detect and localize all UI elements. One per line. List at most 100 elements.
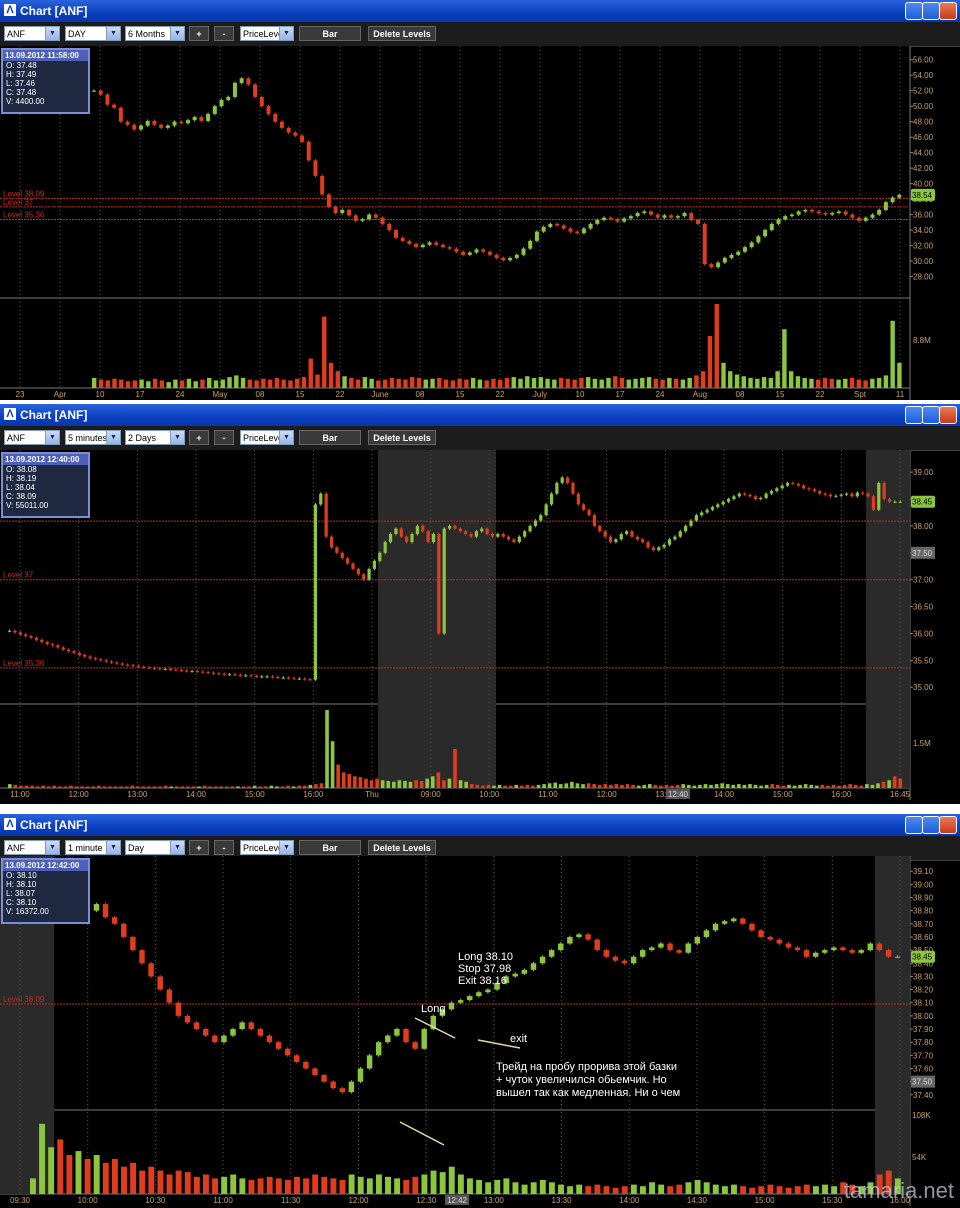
study-select[interactable]: PriceLeve ▼ xyxy=(240,840,294,855)
volume-bar xyxy=(848,784,852,788)
delete-levels-button[interactable]: Delete Levels xyxy=(368,840,436,855)
volume-bar xyxy=(822,1184,828,1194)
x-tick-label: Spt xyxy=(854,390,867,399)
candle xyxy=(273,112,278,124)
maximize-button[interactable] xyxy=(922,2,940,20)
volume-bar xyxy=(157,1170,164,1194)
zoom-out-button[interactable]: - xyxy=(214,26,234,41)
volume-bar xyxy=(147,786,151,788)
candle xyxy=(877,481,881,512)
volume-bar xyxy=(464,379,469,388)
symbol-select[interactable]: ANF ▼ xyxy=(4,840,60,855)
volume-bar xyxy=(836,379,841,388)
close-button[interactable] xyxy=(939,406,957,424)
bar-type-button[interactable]: Bar xyxy=(299,430,361,445)
study-select[interactable]: PriceLeve ▼ xyxy=(240,430,294,445)
candlestick-chart[interactable]: 56.00 54.00 52.00 50.00 48.00 46.00 44.00 42.00… xyxy=(0,46,960,400)
volume-bar xyxy=(380,780,385,788)
volume-bar xyxy=(680,379,686,388)
candlestick-chart[interactable]: 39.0038.5038.0037.5037.0036.5036.0035.50… xyxy=(0,450,960,800)
minimize-button[interactable] xyxy=(905,406,923,424)
volume-bar xyxy=(567,1186,574,1194)
volume-bar xyxy=(125,381,131,388)
range-select[interactable]: 2 Days ▼ xyxy=(125,430,185,445)
volume-bar xyxy=(369,780,374,788)
range-select-value: 6 Months xyxy=(128,29,166,39)
minimize-button[interactable] xyxy=(905,816,923,834)
y-tick-label: 52.00 xyxy=(913,87,934,96)
volume-bar xyxy=(749,1187,756,1194)
ohlc-info-box[interactable]: 13.09.2012 11:58:00 O: 37.48 H: 37.49 L: 37… xyxy=(1,48,90,114)
candle xyxy=(544,502,548,517)
zoom-in-button[interactable]: + xyxy=(189,430,209,445)
study-select[interactable]: PriceLeve ▼ xyxy=(240,26,294,41)
delete-levels-button[interactable]: Delete Levels xyxy=(368,430,436,445)
y-tick-label: 36.50 xyxy=(913,603,934,612)
volume-bar xyxy=(219,786,224,788)
maximize-button[interactable] xyxy=(922,406,940,424)
ohlc-info-box[interactable]: 13.09.2012 12:42:00 O: 38.10 H: 38.10 L: 38… xyxy=(1,858,90,924)
zoom-in-button[interactable]: + xyxy=(189,840,209,855)
volume-bar xyxy=(274,377,280,388)
volume-bar xyxy=(803,1184,810,1194)
volume-bar xyxy=(614,784,619,788)
bar-type-button[interactable]: Bar xyxy=(299,26,361,41)
volume-bar xyxy=(403,1179,410,1194)
chevron-down-icon: ▼ xyxy=(170,27,184,40)
range-select[interactable]: 6 Months ▼ xyxy=(125,26,185,41)
symbol-select[interactable]: ANF ▼ xyxy=(4,430,60,445)
x-tick-label: 16:00 xyxy=(831,790,852,799)
zoom-in-button[interactable]: + xyxy=(189,26,209,41)
zoom-out-button[interactable]: - xyxy=(214,430,234,445)
volume-bar xyxy=(102,786,107,788)
x-tick-label: 13:30 xyxy=(552,1196,573,1205)
ohlc-info-box[interactable]: 13.09.2012 12:40:00 O: 38.08 H: 38.19 L: 38… xyxy=(1,452,90,518)
maximize-button[interactable] xyxy=(922,816,940,834)
y-tick-label: 37.40 xyxy=(913,1091,934,1100)
volume-bar xyxy=(785,1187,792,1194)
info-l: L: 38.07 xyxy=(6,889,35,898)
candle xyxy=(320,174,325,196)
delete-levels-button[interactable]: Delete Levels xyxy=(368,26,436,41)
volume-bar xyxy=(397,780,402,788)
volume-bar xyxy=(275,786,279,788)
volume-bar xyxy=(158,786,162,788)
candle xyxy=(431,532,436,544)
volume-bar xyxy=(775,371,780,388)
volume-bar xyxy=(599,379,604,388)
volume-bar xyxy=(721,362,726,388)
interval-select[interactable]: DAY ▼ xyxy=(65,26,121,41)
x-tick-label: 10 xyxy=(96,390,105,399)
volume-bar xyxy=(737,784,741,788)
minimize-button[interactable] xyxy=(905,2,923,20)
interval-select-value: 5 minutes xyxy=(68,433,108,443)
interval-select[interactable]: 5 minutes ▼ xyxy=(65,430,121,445)
volume-bar xyxy=(625,784,630,788)
volume-bar xyxy=(403,379,408,388)
volume-bar xyxy=(742,784,747,788)
close-button[interactable] xyxy=(939,2,957,20)
volume-bar xyxy=(503,785,507,788)
volume-bar xyxy=(141,786,146,788)
volume-bar xyxy=(52,785,57,788)
volume-bar xyxy=(261,378,266,388)
volume-bar xyxy=(681,784,686,788)
volume-bar xyxy=(633,378,638,388)
bar-type-button[interactable]: Bar xyxy=(299,840,361,855)
volume-bar xyxy=(748,377,753,388)
symbol-select[interactable]: ANF ▼ xyxy=(4,26,60,41)
volume-bar xyxy=(453,749,457,788)
x-tick-label: 08 xyxy=(736,390,745,399)
volume-bar xyxy=(748,784,752,788)
volume-bar xyxy=(267,379,273,388)
range-select[interactable]: Day ▼ xyxy=(125,840,185,855)
volume-bar xyxy=(538,377,543,388)
candle xyxy=(157,974,163,992)
zoom-out-button[interactable]: - xyxy=(214,840,234,855)
candlestick-chart[interactable]: 39.1039.0038.9038.8038.7038.6038.5038.40… xyxy=(0,856,960,1206)
volume-bar xyxy=(139,1170,146,1194)
interval-select[interactable]: 1 minute ▼ xyxy=(65,840,121,855)
volume-bar xyxy=(701,371,706,388)
volume-bar xyxy=(859,785,864,788)
close-button[interactable] xyxy=(939,816,957,834)
